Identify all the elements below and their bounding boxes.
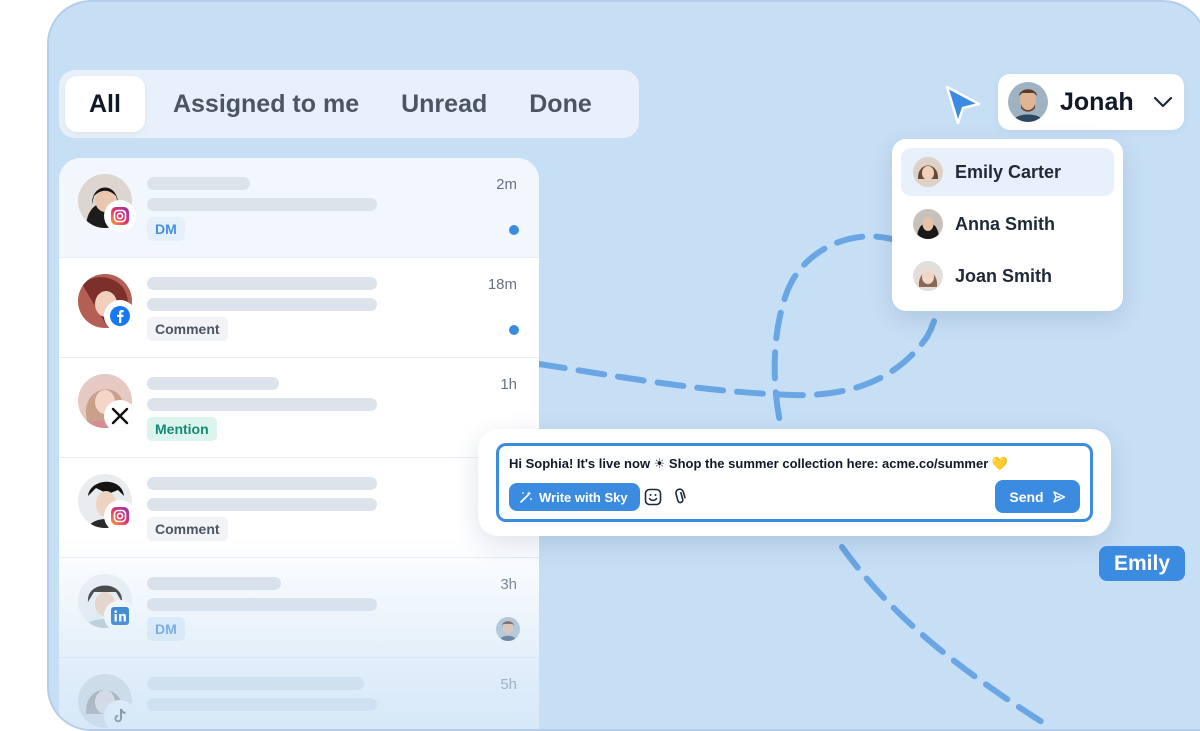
assignee-menu: Emily Carter Anna Smith Joan Smith	[892, 139, 1123, 311]
selected-user-name: Jonah	[1060, 87, 1134, 116]
send-icon	[1052, 490, 1065, 503]
avatar	[913, 261, 943, 291]
inbox-filter-tabs: All Assigned to me Unread Done	[59, 70, 639, 138]
tab-done[interactable]: Done	[515, 76, 606, 132]
facebook-icon	[106, 302, 134, 330]
skeleton-line	[147, 177, 250, 190]
channel-tag: Comment	[147, 517, 228, 541]
tab-unread[interactable]: Unread	[387, 76, 501, 132]
conversation-row[interactable]: 1h Mention	[59, 358, 539, 458]
write-with-sky-button[interactable]: Write with Sky	[509, 483, 640, 511]
instagram-icon	[106, 502, 134, 530]
tab-assigned-to-me[interactable]: Assigned to me	[159, 76, 373, 132]
collaborator-cursor-label: Emily	[1099, 546, 1185, 581]
avatar	[913, 209, 943, 239]
skeleton-line	[147, 598, 377, 611]
skeleton-line	[147, 477, 377, 490]
channel-tag: DM	[147, 217, 185, 241]
conversation-row[interactable]: 2m DM	[59, 158, 539, 258]
menu-item-joan-smith[interactable]: Joan Smith	[901, 252, 1114, 300]
attachment-icon[interactable]	[671, 488, 689, 506]
chevron-down-icon	[1153, 96, 1173, 108]
message-text[interactable]: Hi Sophia! It's live now ☀ Shop the summ…	[509, 456, 1008, 472]
assignee-select[interactable]: Jonah	[998, 74, 1184, 130]
instagram-icon	[106, 202, 134, 230]
channel-tag: Mention	[147, 417, 217, 441]
channel-tag: Comment	[147, 317, 228, 341]
emoji-icon[interactable]	[644, 488, 662, 506]
send-label: Send	[1009, 488, 1044, 505]
skeleton-line	[147, 498, 377, 511]
cursor-arrow-icon	[945, 85, 981, 125]
magic-wand-icon	[520, 491, 532, 503]
send-button[interactable]: Send	[995, 480, 1080, 513]
x-icon	[106, 402, 134, 430]
menu-item-label: Anna Smith	[955, 213, 1056, 234]
tiktok-icon	[106, 702, 134, 729]
skeleton-line	[147, 198, 377, 211]
unread-dot	[509, 325, 519, 335]
conversation-row[interactable]: 18m Comment	[59, 258, 539, 358]
message-input[interactable]: Hi Sophia! It's live now ☀ Shop the summ…	[496, 443, 1093, 522]
menu-item-emily-carter[interactable]: Emily Carter	[901, 148, 1114, 196]
conversation-row[interactable]: 5h	[59, 658, 539, 729]
conversation-time: 3h	[500, 576, 517, 593]
conversation-time: 5h	[500, 676, 517, 693]
conversation-row[interactable]: Comment	[59, 458, 539, 558]
linkedin-icon	[106, 602, 134, 630]
assignee-avatar	[496, 617, 520, 641]
skeleton-line	[147, 577, 281, 590]
app-canvas: All Assigned to me Unread Done 2m DM 18m…	[47, 0, 1200, 731]
skeleton-line	[147, 677, 364, 690]
skeleton-line	[147, 377, 279, 390]
skeleton-line	[147, 277, 377, 290]
reply-composer: Hi Sophia! It's live now ☀ Shop the summ…	[478, 429, 1111, 536]
menu-item-label: Joan Smith	[955, 265, 1053, 286]
skeleton-line	[147, 398, 377, 411]
conversation-time: 1h	[500, 376, 517, 393]
write-with-sky-label: Write with Sky	[539, 489, 628, 505]
conversation-row[interactable]: 3h DM	[59, 558, 539, 658]
user-avatar	[1008, 82, 1048, 122]
menu-item-anna-smith[interactable]: Anna Smith	[901, 200, 1114, 248]
channel-tag: DM	[147, 617, 185, 641]
skeleton-line	[147, 298, 377, 311]
tab-all[interactable]: All	[65, 76, 145, 132]
menu-item-label: Emily Carter	[955, 161, 1062, 182]
avatar	[913, 157, 943, 187]
conversation-time: 2m	[496, 176, 517, 193]
conversation-list: 2m DM 18m Comment 1h Mention Comment 3h …	[59, 158, 539, 729]
conversation-time: 18m	[487, 276, 517, 293]
skeleton-line	[147, 698, 377, 711]
unread-dot	[509, 225, 519, 235]
